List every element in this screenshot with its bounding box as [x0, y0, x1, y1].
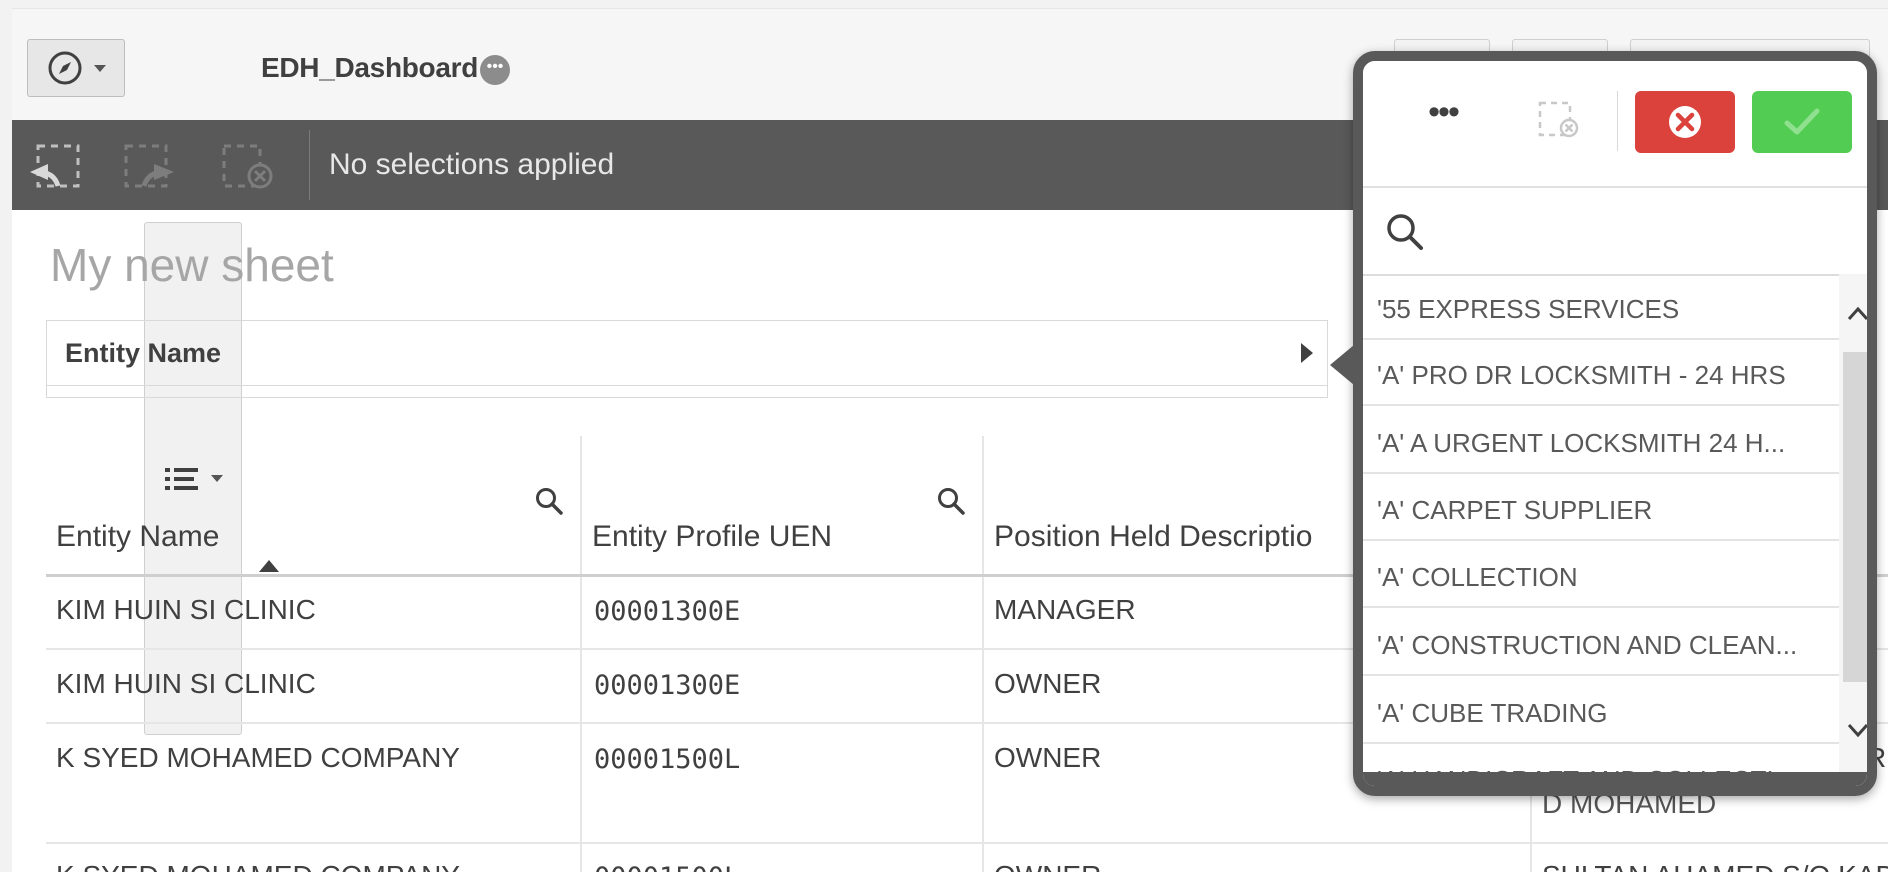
cell-position[interactable]: OWNER — [994, 860, 1101, 872]
cell-entity-name[interactable]: K SYED MOHAMED COMPANY — [56, 742, 460, 774]
cell-extra[interactable]: SULTAN AHAMED S/O KADE — [1542, 860, 1888, 872]
column-header-label: Position Held Descriptio — [994, 520, 1313, 553]
cancel-selection-button[interactable] — [1635, 91, 1735, 153]
clear-selections-icon — [222, 144, 273, 189]
popover-toolbar: ••• — [1363, 61, 1867, 188]
list-item[interactable]: 'A' CUBE TRADING — [1363, 678, 1839, 744]
listbox-items: '55 EXPRESS SERVICES 'A' PRO DR LOCKSMIT… — [1363, 274, 1839, 786]
cell-uen[interactable]: 00001300E — [594, 670, 740, 701]
cell-uen[interactable]: 00001500L — [594, 744, 740, 775]
column-divider — [982, 436, 984, 872]
cell-uen[interactable]: 00001500L — [594, 862, 740, 872]
divider — [309, 130, 310, 200]
column-header-label: Entity Name — [56, 520, 220, 553]
divider — [1617, 91, 1618, 151]
cell-entity-name[interactable]: KIM HUIN SI CLINIC — [56, 668, 316, 700]
expand-arrow-icon — [1301, 343, 1313, 363]
list-item-label: 'A' CONSTRUCTION AND CLEAN... — [1377, 630, 1798, 660]
sheet-title: My new sheet — [50, 239, 334, 291]
row-divider — [46, 842, 1888, 844]
list-item[interactable]: 'A' COLLECTION — [1363, 542, 1839, 608]
clear-selections-icon — [1538, 101, 1579, 138]
chevron-down-icon[interactable] — [1846, 722, 1870, 740]
filter-pane[interactable]: Entity Name — [46, 320, 1328, 398]
listbox-scrollbar[interactable] — [1839, 274, 1870, 786]
list-item[interactable]: 'A' CARPET SUPPLIER — [1363, 475, 1839, 541]
close-icon — [1669, 106, 1701, 138]
popover-pointer — [1330, 345, 1354, 385]
app-title: EDH_Dashboard — [261, 52, 479, 83]
popover-footer — [1363, 772, 1867, 786]
compass-icon — [48, 51, 82, 85]
list-item[interactable]: 'A' CONSTRUCTION AND CLEAN... — [1363, 610, 1839, 676]
list-item-label: 'A' CARPET SUPPLIER — [1377, 495, 1653, 525]
app-info-icon[interactable]: ••• — [480, 55, 510, 85]
column-header-label: Entity Profile UEN — [592, 520, 833, 553]
filter-pane-label: Entity Name — [65, 338, 222, 368]
list-item-label: '55 EXPRESS SERVICES — [1377, 294, 1680, 324]
column-divider — [580, 436, 582, 872]
search-icon[interactable] — [534, 486, 564, 516]
selection-forward-icon — [124, 144, 174, 188]
list-item-label: 'A' A URGENT LOCKSMITH 24 H... — [1377, 428, 1786, 458]
list-item-label: 'A' PRO DR LOCKSMITH - 24 HRS — [1377, 360, 1786, 390]
column-header-entity-profile-uen[interactable]: Entity Profile UEN — [582, 436, 982, 574]
search-icon — [1387, 214, 1423, 250]
chevron-up-icon[interactable] — [1846, 304, 1870, 322]
qlik-app: EDH_Dashboard ••• No selections applied … — [12, 8, 1888, 872]
list-item[interactable]: '55 EXPRESS SERVICES — [1363, 274, 1839, 340]
listbox-popover: ••• '55 EXPRESS SERVICES 'A' PRO DR LOCK… — [1353, 51, 1877, 796]
cell-uen[interactable]: 00001300E — [594, 596, 740, 627]
search-icon[interactable] — [936, 486, 966, 516]
chevron-down-icon — [94, 64, 106, 72]
scrollbar-thumb[interactable] — [1843, 352, 1867, 682]
cell-entity-name[interactable]: K SYED MOHAMED COMPANY — [56, 860, 460, 872]
cell-entity-name[interactable]: KIM HUIN SI CLINIC — [56, 594, 316, 626]
selections-status: No selections applied — [329, 148, 615, 181]
list-item[interactable]: 'A' PRO DR LOCKSMITH - 24 HRS — [1363, 340, 1839, 406]
cell-position[interactable]: OWNER — [994, 668, 1101, 700]
selection-back-icon[interactable] — [24, 142, 84, 190]
more-options-button[interactable]: ••• — [1413, 95, 1473, 139]
navigation-menu-button[interactable] — [27, 39, 125, 97]
list-item[interactable]: 'A' A URGENT LOCKSMITH 24 H... — [1363, 408, 1839, 474]
filter-pane-header[interactable]: Entity Name — [47, 321, 1327, 386]
listbox-search-field[interactable] — [1363, 186, 1867, 276]
cell-position[interactable]: MANAGER — [994, 594, 1136, 626]
sort-ascending-icon — [259, 560, 279, 572]
checkmark-icon — [1784, 108, 1820, 135]
list-item-label: 'A' CUBE TRADING — [1377, 698, 1608, 728]
confirm-selection-button[interactable] — [1752, 91, 1852, 153]
cell-position[interactable]: OWNER — [994, 742, 1101, 774]
column-header-entity-name[interactable]: Entity Name — [46, 436, 580, 574]
list-item-label: 'A' COLLECTION — [1377, 562, 1578, 592]
